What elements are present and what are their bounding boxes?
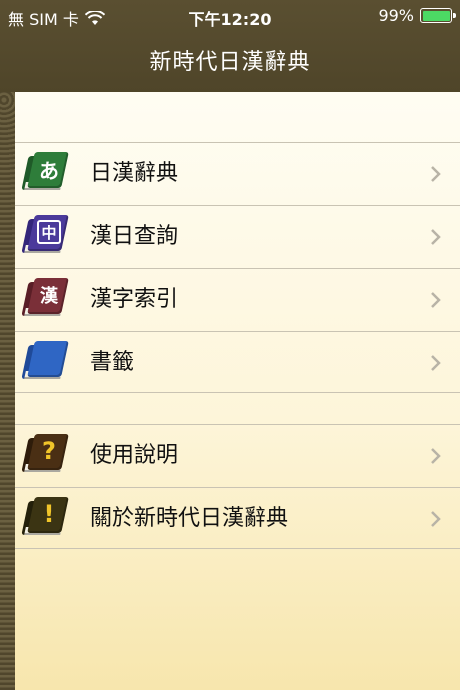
menu-item-label: 關於新時代日漢辭典 (90, 506, 289, 531)
battery-percent: 99% (378, 6, 414, 25)
question-mark-book-icon: ? (21, 434, 69, 478)
menu-item-help[interactable]: ? 使用說明 (15, 424, 460, 486)
chevron-right-icon (431, 166, 441, 182)
menu-item-kanji-index[interactable]: 漢 漢字索引 (15, 268, 460, 330)
blue-bookmark-book-icon (21, 341, 69, 385)
battery-icon (420, 8, 456, 23)
menu-item-label: 使用說明 (90, 443, 179, 468)
chevron-right-icon (431, 448, 441, 464)
page-title: 新時代日漢辭典 (149, 50, 311, 75)
chinese-zhong-book-icon: 中 (21, 215, 69, 259)
menu-item-bookmarks[interactable]: 書籤 (15, 331, 460, 393)
menu-item-label: 漢字索引 (90, 287, 179, 312)
hiragana-a-book-icon: あ (21, 152, 69, 196)
chevron-right-icon (431, 511, 441, 527)
chevron-right-icon (431, 229, 441, 245)
menu-item-jp-cn-dictionary[interactable]: あ 日漢辭典 (15, 142, 460, 204)
navigation-bar: 無 SIM 卡 下午12:20 99% 新時代日漢辭典 (0, 0, 460, 92)
menu-item-cn-jp-lookup[interactable]: 中 漢日查詢 (15, 205, 460, 267)
battery-group: 99% (378, 6, 456, 25)
menu-item-about[interactable]: ! 關於新時代日漢辭典 (15, 487, 460, 549)
menu-item-label: 漢日查詢 (90, 224, 179, 249)
chevron-right-icon (431, 355, 441, 371)
status-bar: 無 SIM 卡 下午12:20 99% (0, 0, 460, 32)
menu-item-label: 書籤 (90, 350, 135, 375)
menu-item-label: 日漢辭典 (90, 161, 179, 186)
chevron-right-icon (431, 292, 441, 308)
menu-content: あ 日漢辭典 中 漢日查詢 漢 漢字索引 書籤 ? 使用說明 ! 關於新時代日漢… (15, 92, 460, 690)
kanji-kan-book-icon: 漢 (21, 278, 69, 322)
exclamation-book-icon: ! (21, 497, 69, 541)
side-pattern-strip (0, 92, 15, 690)
